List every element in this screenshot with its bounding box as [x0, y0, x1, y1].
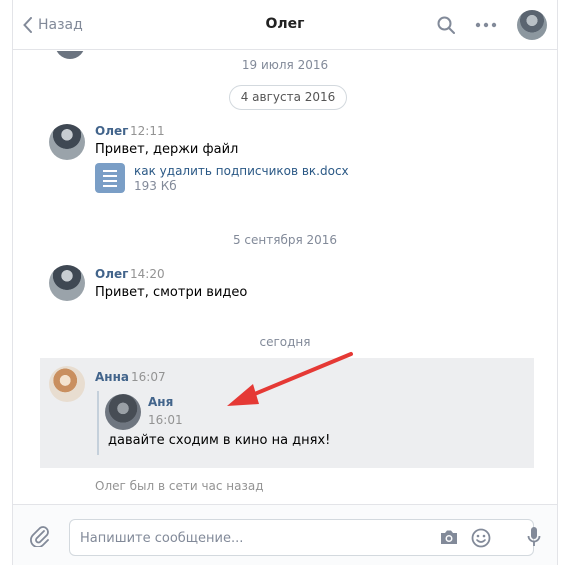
forward-line: [97, 391, 99, 455]
microphone-icon[interactable]: [527, 526, 541, 548]
forwarded-author[interactable]: Аня: [148, 395, 173, 409]
dialog-header: Назад Олег: [13, 0, 557, 50]
smile-icon[interactable]: [471, 528, 491, 548]
message-author[interactable]: Олег: [95, 124, 128, 138]
forwarded-time: 16:01: [148, 413, 183, 427]
message-author[interactable]: Анна: [95, 370, 129, 384]
date-separator: 5 сентября 2016: [232, 233, 338, 247]
message-time: 16:07: [131, 370, 166, 384]
avatar[interactable]: [49, 265, 85, 301]
message-text: давайте сходим в кино на днях!: [108, 433, 331, 448]
message-text: Привет, смотри видео: [95, 285, 248, 300]
camera-icon[interactable]: [439, 529, 459, 546]
online-status: Олег был в сети час назад: [95, 479, 264, 493]
date-pill: 4 августа 2016: [229, 85, 347, 110]
paperclip-icon[interactable]: [30, 525, 50, 547]
attachment-name[interactable]: как удалить подписчиков вк.docx: [134, 164, 349, 178]
message-history[interactable]: 19 июля 2016 4 августа 2016 Олег 12:11 П…: [13, 51, 557, 503]
dialog-window: Назад Олег 19 июля 2016 4 августа 2016 О…: [12, 0, 558, 565]
document-icon[interactable]: [95, 163, 125, 193]
date-separator: 19 июля 2016: [241, 58, 329, 72]
message-time: 14:20: [130, 267, 165, 281]
message-text: Привет, держи файл: [95, 142, 239, 157]
message-time: 12:11: [130, 124, 165, 138]
message-composer: [13, 504, 557, 565]
avatar[interactable]: [49, 366, 85, 402]
attachment-size: 193 Кб: [134, 179, 177, 193]
annotation-arrow: [227, 352, 353, 406]
search-icon[interactable]: [437, 16, 455, 34]
avatar[interactable]: [49, 124, 85, 160]
date-separator: сегодня: [259, 335, 311, 349]
avatar[interactable]: [517, 10, 547, 40]
message-input-box[interactable]: [69, 519, 534, 556]
more-icon[interactable]: [475, 18, 497, 32]
message-input[interactable]: [80, 528, 430, 548]
avatar[interactable]: [105, 394, 141, 430]
message-author[interactable]: Олег: [95, 267, 128, 281]
